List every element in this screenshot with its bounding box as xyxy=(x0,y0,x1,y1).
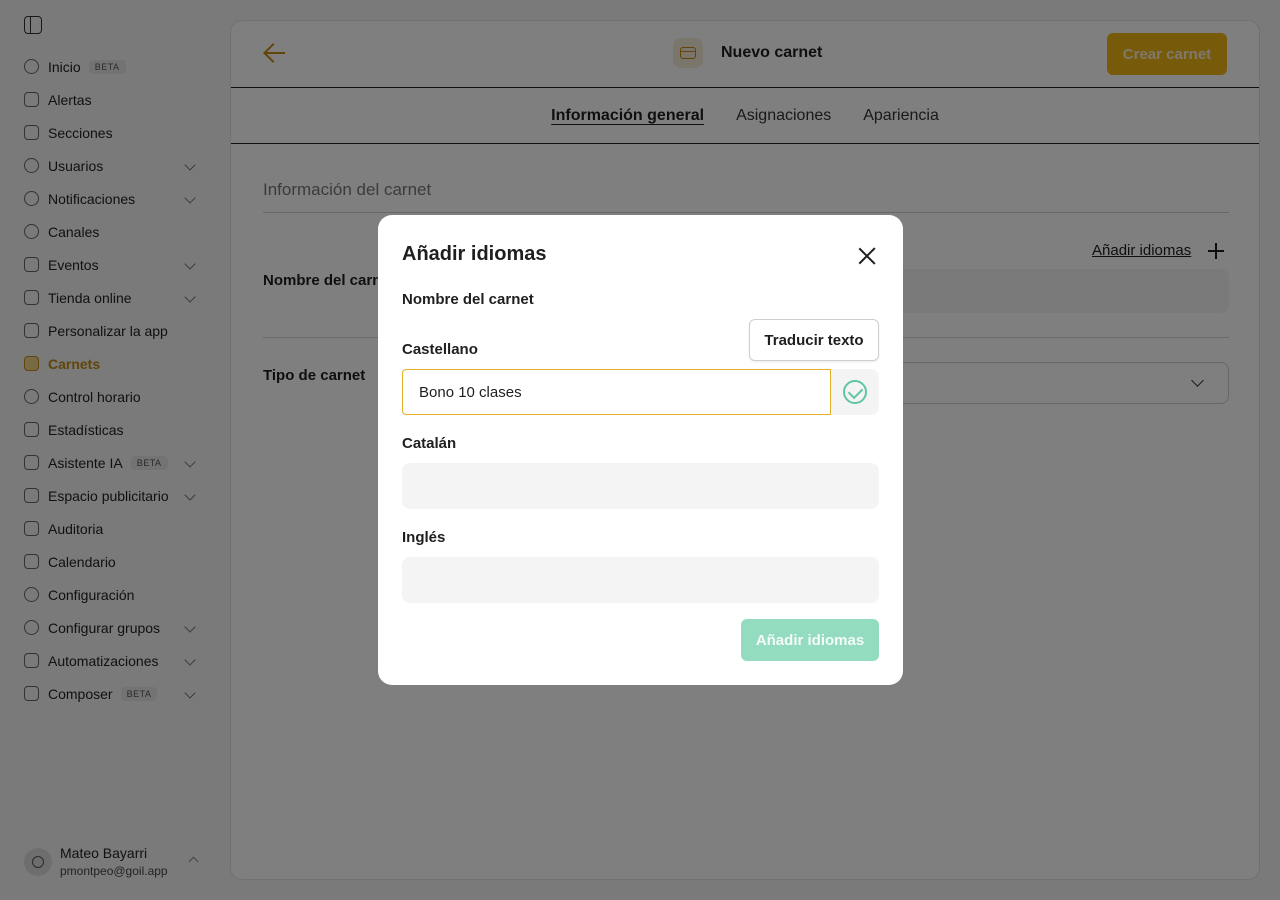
modal-title: Añadir idiomas xyxy=(402,243,547,265)
translate-text-button[interactable]: Traducir texto xyxy=(749,319,879,361)
confirm-check[interactable] xyxy=(831,369,879,415)
modal-subtitle: Nombre del carnet xyxy=(402,291,534,308)
catalan-input[interactable] xyxy=(402,463,879,509)
castellano-input[interactable] xyxy=(402,369,831,415)
add-languages-modal: Añadir idiomas Nombre del carnet Traduci… xyxy=(378,215,903,685)
ingles-input[interactable] xyxy=(402,557,879,603)
check-circle-icon xyxy=(843,380,867,404)
add-languages-button[interactable]: Añadir idiomas xyxy=(741,619,879,661)
language-label-castellano: Castellano xyxy=(402,341,478,358)
close-icon[interactable] xyxy=(858,247,876,265)
language-label-catalan: Catalán xyxy=(402,435,457,452)
language-label-ingles: Inglés xyxy=(402,529,446,546)
